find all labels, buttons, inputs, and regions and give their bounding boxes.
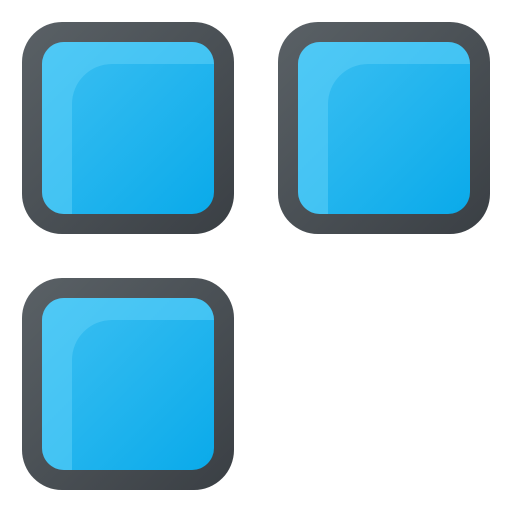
app-tile-top-right bbox=[278, 22, 490, 234]
plus-icon bbox=[322, 322, 446, 446]
app-tile-bottom-left bbox=[22, 278, 234, 490]
add-apps-icon bbox=[0, 0, 512, 512]
app-tile-top-left bbox=[22, 22, 234, 234]
icon-canvas bbox=[22, 22, 490, 490]
